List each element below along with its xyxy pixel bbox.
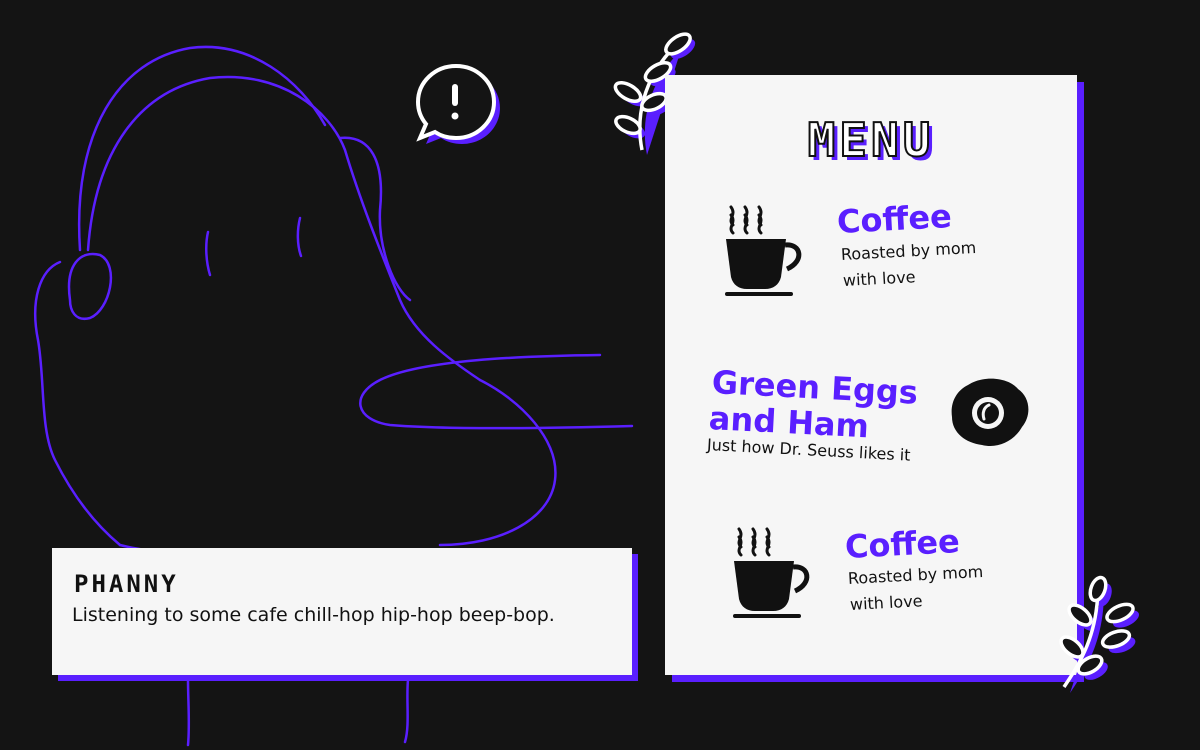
leaf-sprig-icon [1059, 575, 1140, 693]
coffee-cup-icon [725, 205, 802, 296]
dialog-box[interactable]: PHANNY Listening to some cafe chill-hop … [52, 548, 632, 675]
fried-egg-icon [951, 378, 1029, 447]
menu-item-name: Coffee [844, 522, 961, 566]
menu-item-description: with love [849, 591, 923, 614]
menu-panel: MENU Coffee Roasted by mom with love Gre… [665, 75, 1077, 675]
speech-bubble-exclamation-icon [415, 63, 500, 144]
menu-item-name: Coffee [836, 197, 953, 241]
menu-item-description: with love [842, 267, 916, 290]
menu-title: MENU [807, 112, 935, 168]
coffee-cup-icon [733, 527, 810, 618]
menu-item-description: Just how Dr. Seuss likes it [706, 435, 911, 465]
speaker-name: PHANNY [74, 570, 179, 598]
dialog-text: Listening to some cafe chill-hop hip-hop… [72, 604, 555, 626]
menu-item-description: Roasted by mom [840, 237, 977, 264]
